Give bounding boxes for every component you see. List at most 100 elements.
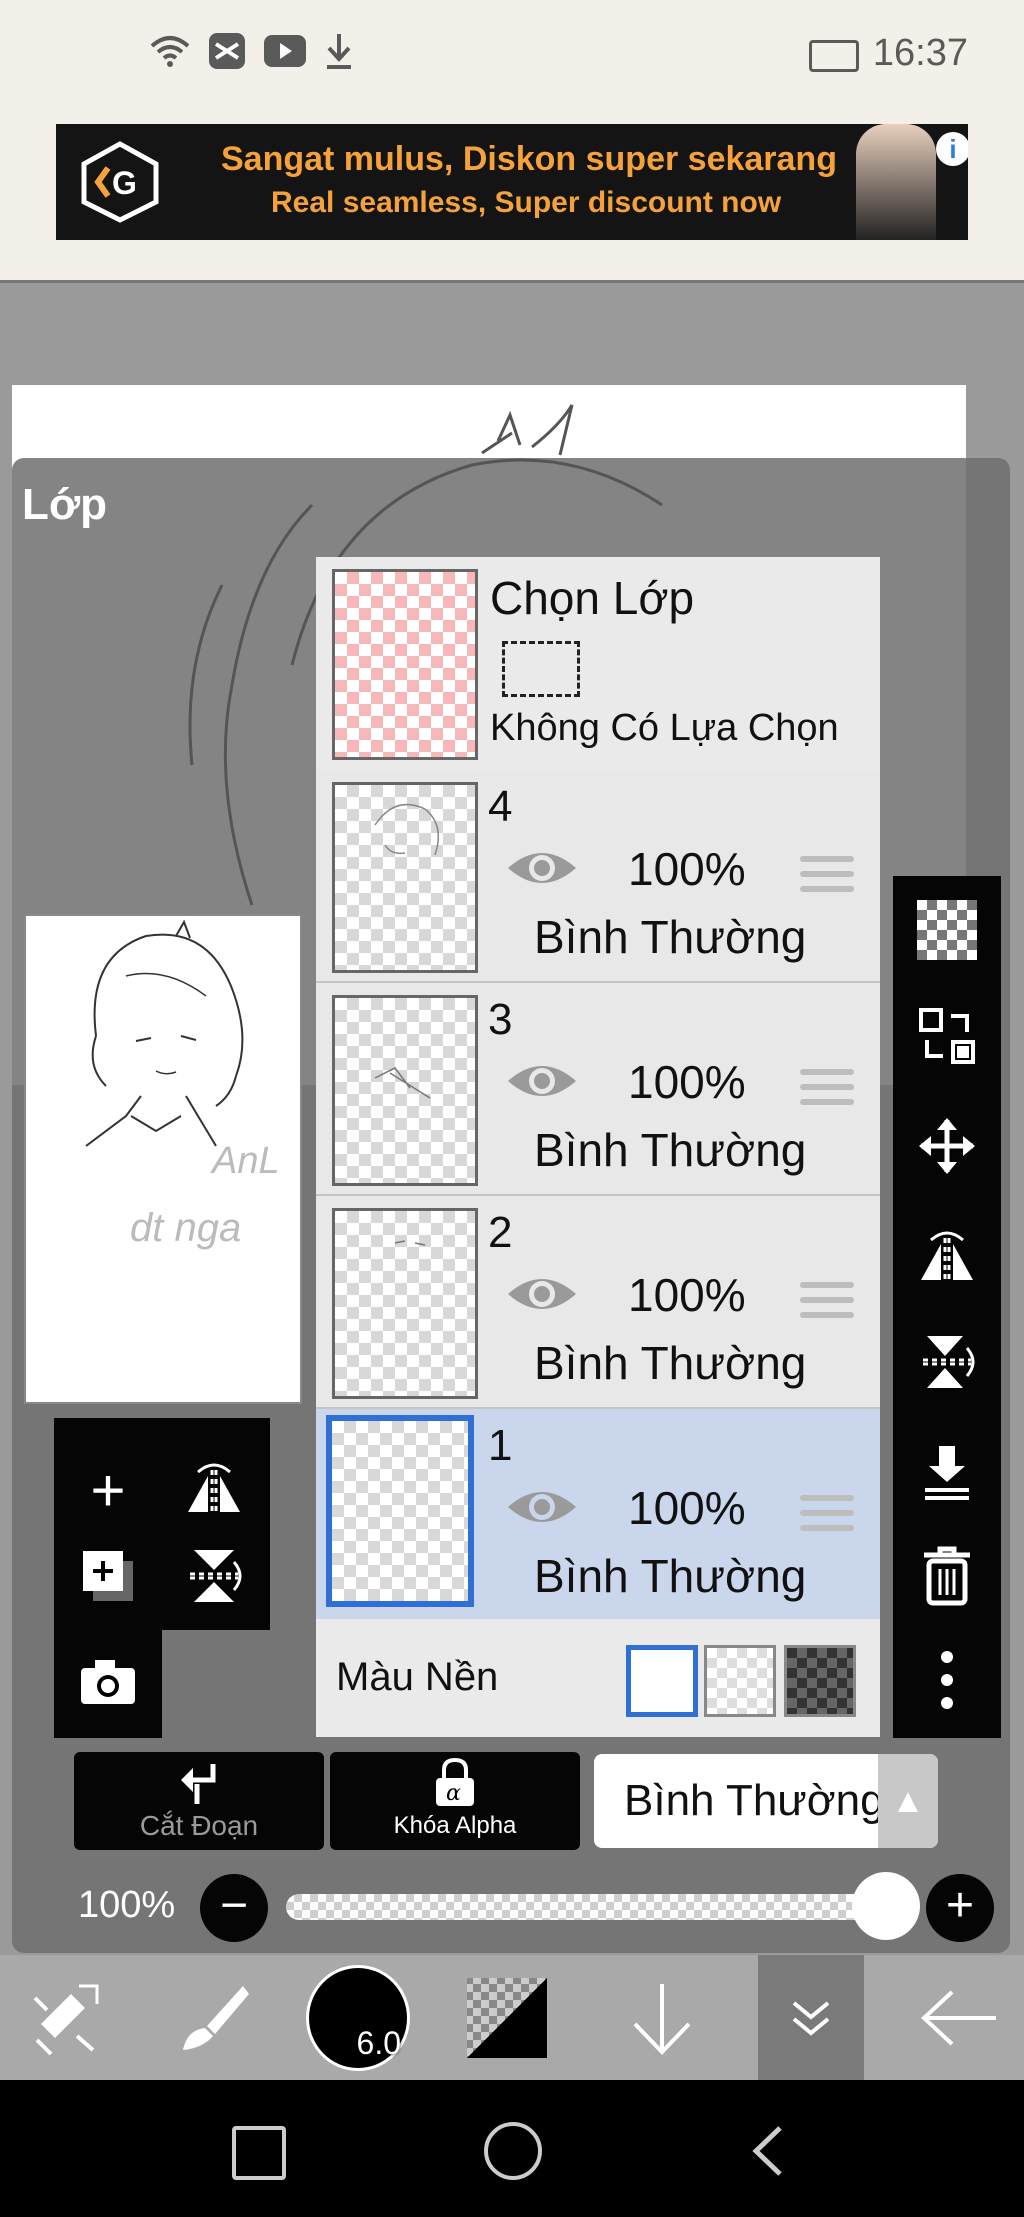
svg-text:G: G — [112, 165, 137, 201]
selection-status: Không Có Lựa Chọn — [490, 707, 839, 749]
bg-swatch-white[interactable] — [626, 1645, 698, 1717]
alpha-lock-button[interactable]: α Khóa Alpha — [330, 1752, 580, 1850]
move-icon[interactable] — [907, 1106, 987, 1186]
double-chevron-down-icon — [792, 2000, 830, 2036]
layer-thumbnail — [326, 1415, 474, 1607]
arrow-down-icon[interactable] — [612, 1955, 712, 2080]
layer-row-2[interactable]: 2 100% Bình Thường — [316, 1196, 880, 1410]
layer-number: 4 — [488, 782, 513, 831]
bg-swatch-transparent[interactable] — [704, 1645, 776, 1717]
status-icons — [150, 30, 354, 80]
layer-row-1[interactable]: 1 100% Bình Thường — [316, 1409, 880, 1623]
flip-vertical-layer-icon[interactable] — [907, 1322, 987, 1402]
drag-handle-icon[interactable] — [800, 1069, 854, 1109]
visibility-eye-icon[interactable] — [504, 842, 580, 894]
back-arrow-icon[interactable] — [910, 1955, 1010, 2080]
flip-vertical-icon[interactable] — [174, 1536, 254, 1616]
background-color-row: Màu Nền — [316, 1619, 880, 1737]
ad-subline: Real seamless, Super discount now — [271, 186, 782, 219]
svg-text:α: α — [446, 1781, 461, 1806]
swap-layer-icon[interactable] — [907, 996, 987, 1076]
alpha-lock-icon: α — [436, 1757, 474, 1806]
selection-layer-thumbnail — [332, 569, 478, 760]
layer-row-3[interactable]: 3 100% Bình Thường — [316, 983, 880, 1197]
layer-opacity: 100% — [628, 1056, 746, 1108]
alpha-lock-label: Khóa Alpha — [393, 1812, 517, 1839]
layer-blend-mode: Bình Thường — [534, 911, 807, 963]
layer-list: Chọn Lớp Không Có Lựa Chọn 4 100% Bình T… — [316, 557, 880, 1737]
layer-row-4[interactable]: 4 100% Bình Thường — [316, 770, 880, 984]
layer-number: 1 — [488, 1421, 513, 1470]
layer-thumbnail — [332, 995, 478, 1186]
drag-handle-icon[interactable] — [800, 1495, 854, 1535]
merge-down-icon[interactable] — [907, 1432, 987, 1512]
selection-marquee-icon — [502, 641, 580, 697]
system-nav-bar — [0, 2080, 1024, 2217]
camera-icon[interactable] — [68, 1642, 148, 1722]
opacity-slider[interactable] — [286, 1894, 908, 1920]
flip-horizontal-icon[interactable] — [174, 1450, 254, 1530]
layer-thumbnail — [332, 1208, 478, 1399]
bg-swatch-dark[interactable] — [784, 1645, 856, 1717]
ad-info-icon[interactable]: i — [936, 132, 968, 166]
layer-opacity: 100% — [628, 843, 746, 895]
background-color-label: Màu Nền — [336, 1655, 499, 1699]
wifi-icon — [150, 34, 190, 77]
duplicate-layer-icon[interactable] — [68, 1536, 148, 1616]
status-bar: 16:37 — [0, 0, 1024, 120]
brush-tool-icon[interactable] — [160, 1955, 270, 2080]
ad-banner[interactable]: G Sangat mulus, Diskon super sekarang Re… — [56, 124, 968, 240]
battery-icon — [809, 40, 859, 72]
youtube-icon — [264, 34, 306, 76]
right-layer-toolbar — [893, 876, 1001, 1738]
transform-tool-icon[interactable] — [10, 1955, 120, 2080]
visibility-eye-icon[interactable] — [504, 1481, 580, 1533]
color-swatch-icon[interactable] — [462, 1955, 552, 2080]
layer-blend-mode: Bình Thường — [534, 1124, 807, 1176]
layer-opacity: 100% — [628, 1269, 746, 1321]
layers-tool-button[interactable] — [758, 1955, 864, 2080]
visibility-eye-icon[interactable] — [504, 1268, 580, 1320]
layer-blend-mode: Bình Thường — [534, 1337, 807, 1389]
signature-text: AnL — [212, 1140, 280, 1182]
opacity-value: 100% — [78, 1884, 176, 1926]
signature-text: dt nga — [130, 1206, 242, 1250]
opacity-decrease-button[interactable]: − — [200, 1874, 268, 1942]
home-icon[interactable] — [484, 2122, 542, 2180]
brush-size-button[interactable]: 6.0 — [306, 1955, 410, 2080]
layer-thumbnail — [332, 782, 478, 973]
more-options-icon[interactable] — [907, 1640, 987, 1720]
selection-layer-row[interactable]: Chọn Lớp Không Có Lựa Chọn — [316, 557, 880, 772]
recent-apps-icon[interactable] — [232, 2126, 286, 2180]
selection-layer-title: Chọn Lớp — [490, 572, 695, 624]
opacity-increase-button[interactable]: + — [926, 1874, 994, 1942]
drag-handle-icon[interactable] — [800, 1282, 854, 1322]
trash-icon[interactable] — [907, 1536, 987, 1616]
chevron-up-icon: ▲ — [878, 1754, 938, 1848]
blend-mode-value: Bình Thường — [624, 1776, 885, 1825]
ad-headline: Sangat mulus, Diskon super sekarang — [221, 140, 837, 178]
clipping-button[interactable]: Cắt Đoạn — [74, 1752, 324, 1850]
clipping-icon — [181, 1764, 216, 1804]
back-nav-icon[interactable] — [748, 2124, 788, 2178]
panel-title: Lớp — [22, 480, 108, 529]
capcut-icon — [208, 32, 246, 79]
layer-blend-mode: Bình Thường — [534, 1550, 807, 1602]
layer-opacity: 100% — [628, 1482, 746, 1534]
add-layer-icon[interactable]: + — [68, 1450, 148, 1530]
canvas-preview: AnL dt nga — [24, 914, 302, 1404]
drag-handle-icon[interactable] — [800, 856, 854, 896]
visibility-eye-icon[interactable] — [504, 1055, 580, 1107]
blend-mode-select[interactable]: Bình Thường ▲ — [594, 1754, 938, 1848]
layer-number: 3 — [488, 995, 513, 1044]
brush-size-value: 6.0 — [356, 2024, 401, 2061]
download-icon — [324, 32, 354, 79]
flip-horizontal-layer-icon[interactable] — [907, 1216, 987, 1296]
opacity-slider-handle[interactable] — [852, 1872, 920, 1940]
left-layer-tools: + — [54, 1418, 270, 1738]
clock: 16:37 — [872, 32, 968, 74]
transparency-grid-icon[interactable] — [907, 890, 987, 970]
ad-image — [856, 124, 936, 240]
bottom-toolbar: 6.0 — [0, 1955, 1024, 2080]
layer-number: 2 — [488, 1208, 513, 1257]
